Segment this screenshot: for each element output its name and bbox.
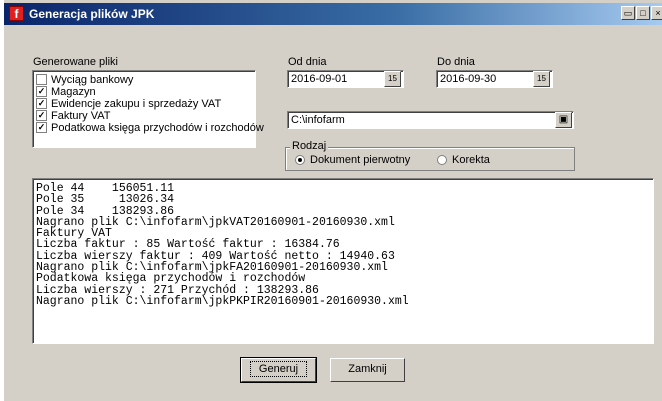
generate-button-label: Generuj: [249, 361, 308, 377]
checkbox-unchecked[interactable]: [36, 74, 47, 85]
log-line: Pole 35 13026.34: [36, 193, 175, 207]
checkbox-checked[interactable]: ✓: [36, 110, 47, 121]
radio-dokument-pierwotny[interactable]: Dokument pierwotny: [295, 154, 410, 166]
radio-korekta[interactable]: Korekta: [437, 154, 490, 166]
app-icon: f: [9, 6, 24, 21]
path-input[interactable]: C:\infofarm: [287, 111, 574, 129]
close-button[interactable]: Zamknij: [330, 358, 405, 382]
file-item-pkpir[interactable]: ✓ Podatkowa księga przychodów i rozchodó…: [36, 121, 264, 134]
checkbox-checked[interactable]: ✓: [36, 98, 47, 109]
date-to-value: 2016-09-30: [440, 73, 497, 85]
radio-selected-icon[interactable]: [295, 155, 305, 165]
log-output[interactable]: Pole 44 156051.11 Pole 35 13026.34 Pole 34…: [32, 178, 654, 344]
path-value: C:\infofarm: [291, 114, 345, 126]
file-item-label: Podatkowa księga przychodów i rozchodów: [51, 121, 264, 134]
rodzaj-group: Rodzaj Dokument pierwotny Korekta: [285, 140, 575, 171]
files-checklist[interactable]: Wyciąg bankowy ✓ Magazyn ✓ Ewidencje zak…: [32, 70, 264, 148]
checkbox-checked[interactable]: ✓: [36, 86, 47, 97]
close-icon[interactable]: ×: [651, 6, 662, 20]
file-item-label: Faktury VAT: [51, 109, 111, 122]
date-to-calendar-icon[interactable]: 15: [533, 71, 550, 87]
folder-browse-icon[interactable]: ▣: [555, 112, 572, 128]
log-line: Podatkowa księga przychodów i rozchodów: [36, 272, 306, 286]
checkbox-checked[interactable]: ✓: [36, 122, 47, 133]
date-to-label: Do dnia: [437, 56, 475, 68]
date-from-calendar-icon[interactable]: 15: [384, 71, 401, 87]
file-item-label: Ewidencje zakupu i sprzedaży VAT: [51, 97, 222, 110]
radio-unselected-icon[interactable]: [437, 155, 447, 165]
restore-icon[interactable]: ▭: [621, 6, 635, 20]
title-bar[interactable]: f Generacja plików JPK ▭ □ ×: [4, 3, 662, 25]
file-item-label: Magazyn: [51, 85, 96, 98]
jpk-window: f Generacja plików JPK ▭ □ × Generowane …: [0, 0, 662, 401]
date-from-label: Od dnia: [288, 56, 327, 68]
radio-label: Dokument pierwotny: [310, 154, 411, 166]
window-left-edge: [0, 0, 4, 401]
log-line: Nagrano plik C:\infofarm\jpkPKPIR2016090…: [36, 294, 409, 308]
generate-button[interactable]: Generuj: [240, 357, 317, 383]
rodzaj-label: Rodzaj: [290, 140, 329, 152]
radio-label: Korekta: [452, 154, 490, 166]
close-button-label: Zamknij: [348, 363, 387, 375]
window-title: Generacja plików JPK: [29, 7, 155, 21]
maximize-icon[interactable]: □: [636, 6, 650, 20]
date-from-value: 2016-09-01: [291, 73, 348, 85]
log-line: Nagrano plik C:\infofarm\jpkVAT20160901-…: [36, 215, 395, 229]
files-label: Generowane pliki: [33, 56, 118, 68]
file-item-label: Wyciąg bankowy: [51, 73, 134, 86]
